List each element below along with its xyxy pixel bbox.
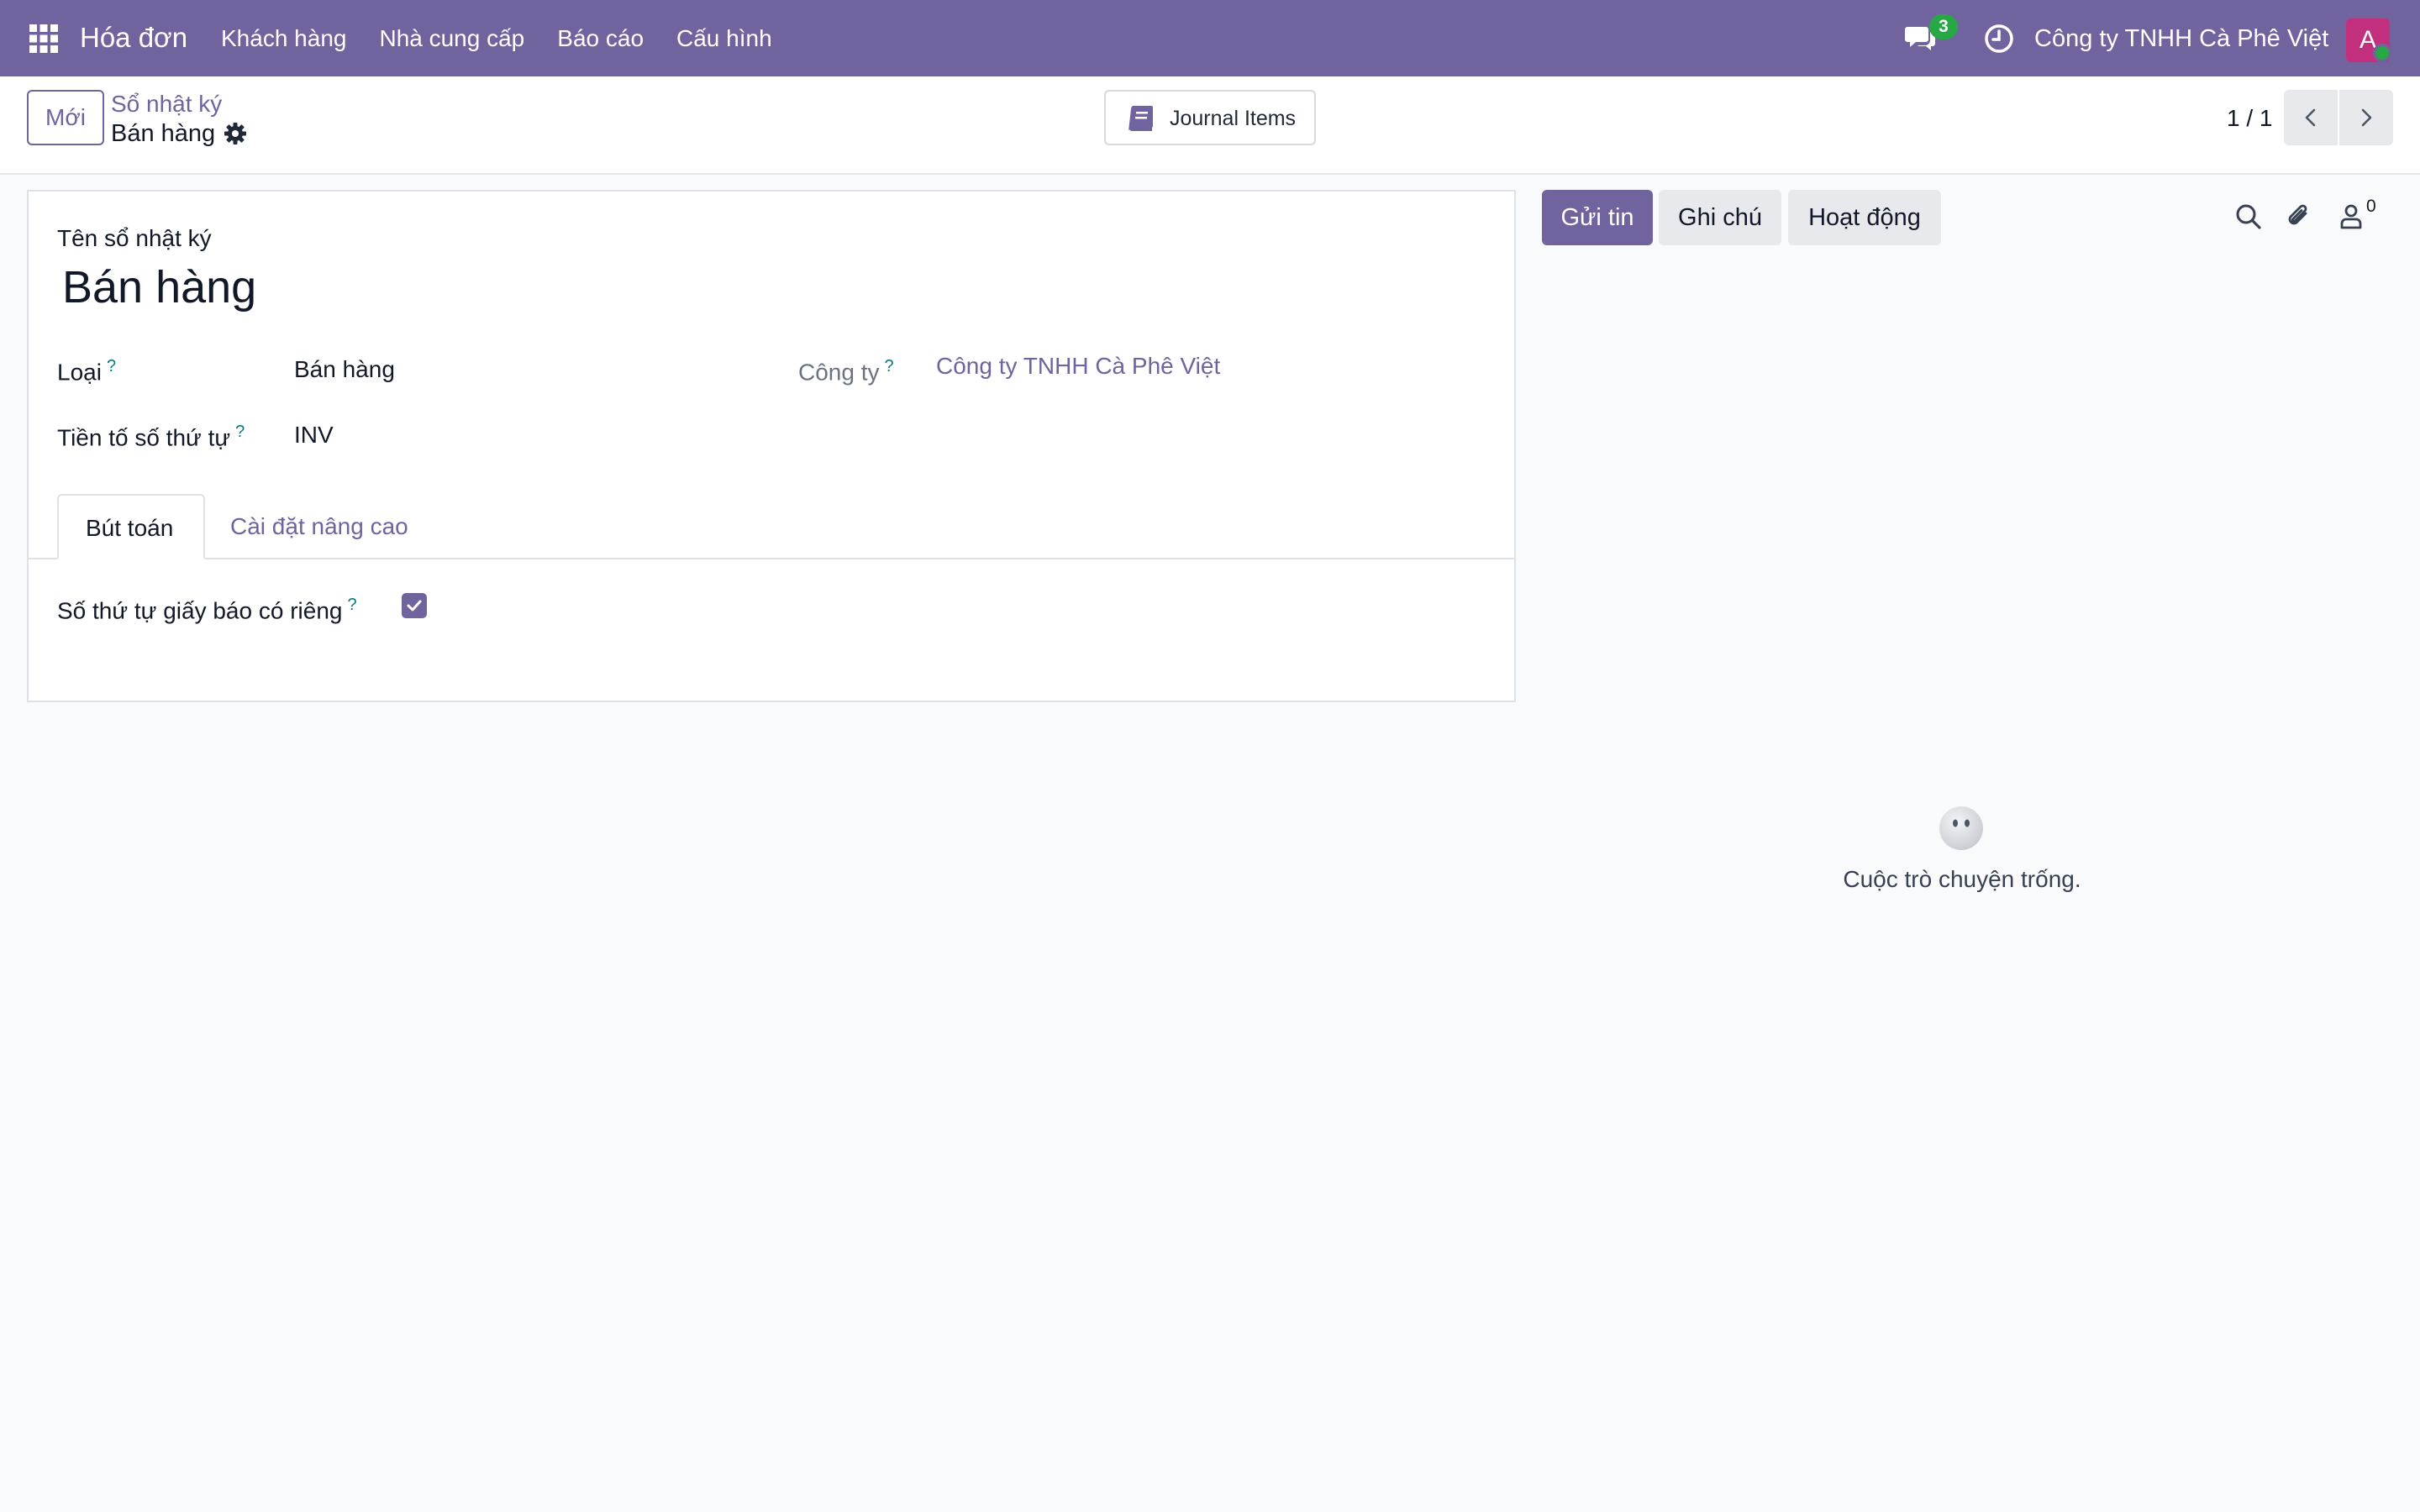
journal-items-button[interactable]: Journal Items (1104, 90, 1316, 145)
sequence-prefix-label-text: Tiền tố số thứ tự (57, 424, 231, 451)
pager-value[interactable]: 1 / 1 (2227, 102, 2272, 135)
type-help-tooltip[interactable]: ? (107, 357, 116, 375)
activity-button[interactable]: Hoạt động (1788, 190, 1941, 245)
refund-sequence-checkbox[interactable] (402, 593, 427, 618)
breadcrumb-journals[interactable]: Sổ nhật ký (111, 88, 222, 120)
online-status-dot (2373, 44, 2391, 62)
company-label-text: Công ty (798, 359, 880, 386)
refund-sequence-label-text: Số thứ tự giấy báo có riêng (57, 597, 343, 624)
journal-name-label: Tên sổ nhật ký (57, 225, 212, 251)
menu-vendors[interactable]: Nhà cung cấp (379, 22, 524, 55)
paperclip-icon[interactable] (2284, 202, 2314, 232)
tab-journal-entries[interactable]: Bút toán (57, 494, 205, 559)
clock-icon[interactable] (1983, 23, 2015, 55)
book-icon (1128, 106, 1153, 132)
main-menu: Khách hàng Nhà cung cấp Báo cáo Cấu hình (221, 22, 805, 55)
apps-grid-icon[interactable] (28, 23, 60, 55)
follower-icon[interactable] (2336, 202, 2366, 232)
pager-previous-button[interactable] (2284, 90, 2338, 145)
sequence-prefix-field[interactable]: INV (294, 418, 334, 452)
empty-face-icon (1938, 805, 1985, 852)
refund-sequence-help-tooltip[interactable]: ? (347, 596, 356, 614)
menu-reporting[interactable]: Báo cáo (557, 22, 644, 55)
empty-conversation-text: Cuộc trò chuyện trống. (1843, 866, 2081, 892)
menu-configuration[interactable]: Cấu hình (676, 22, 772, 55)
gear-icon[interactable] (223, 121, 248, 146)
new-button[interactable]: Mới (27, 90, 104, 145)
tab-advanced-settings[interactable]: Cài đặt nâng cao (230, 494, 435, 559)
chevron-right-icon (2361, 108, 2372, 127)
follower-count: 0 (2366, 197, 2376, 216)
sequence-prefix-help-tooltip[interactable]: ? (235, 423, 245, 441)
send-message-button[interactable]: Gửi tin (1542, 190, 1653, 245)
type-label: Loại? (57, 349, 116, 389)
pager-next-button[interactable] (2339, 90, 2393, 145)
journal-items-label: Journal Items (1170, 107, 1297, 130)
company-field[interactable]: Công ty TNHH Cà Phê Việt (936, 349, 1220, 383)
company-switcher[interactable]: Công ty TNHH Cà Phê Việt (2034, 21, 2328, 56)
type-label-text: Loại (57, 359, 102, 386)
search-icon[interactable] (2233, 202, 2264, 232)
message-count-badge: 3 (1929, 14, 1958, 39)
refund-sequence-label: Số thứ tự giấy báo có riêng? (57, 588, 357, 627)
breadcrumb-current: Bán hàng (111, 120, 216, 147)
log-note-button[interactable]: Ghi chú (1659, 190, 1781, 245)
chevron-left-icon (2305, 108, 2316, 127)
checkmark-icon (407, 600, 422, 612)
journal-name-field[interactable]: Bán hàng (62, 257, 256, 318)
sequence-prefix-label: Tiền tố số thứ tự? (57, 415, 245, 454)
menu-customers[interactable]: Khách hàng (221, 22, 346, 55)
company-label: Công ty? (798, 349, 894, 389)
type-field[interactable]: Bán hàng (294, 353, 395, 386)
company-help-tooltip[interactable]: ? (885, 357, 894, 375)
form-sheet: Tên sổ nhật ký Bán hàng Loại? Bán hàng C… (27, 190, 1516, 702)
top-navbar: Hóa đơn Khách hàng Nhà cung cấp Báo cáo … (0, 0, 2420, 76)
control-panel: Mới Sổ nhật ký Bán hàng Journal Items 1 … (0, 76, 2420, 175)
app-name[interactable]: Hóa đơn (80, 18, 187, 57)
tab-divider (29, 558, 1514, 559)
